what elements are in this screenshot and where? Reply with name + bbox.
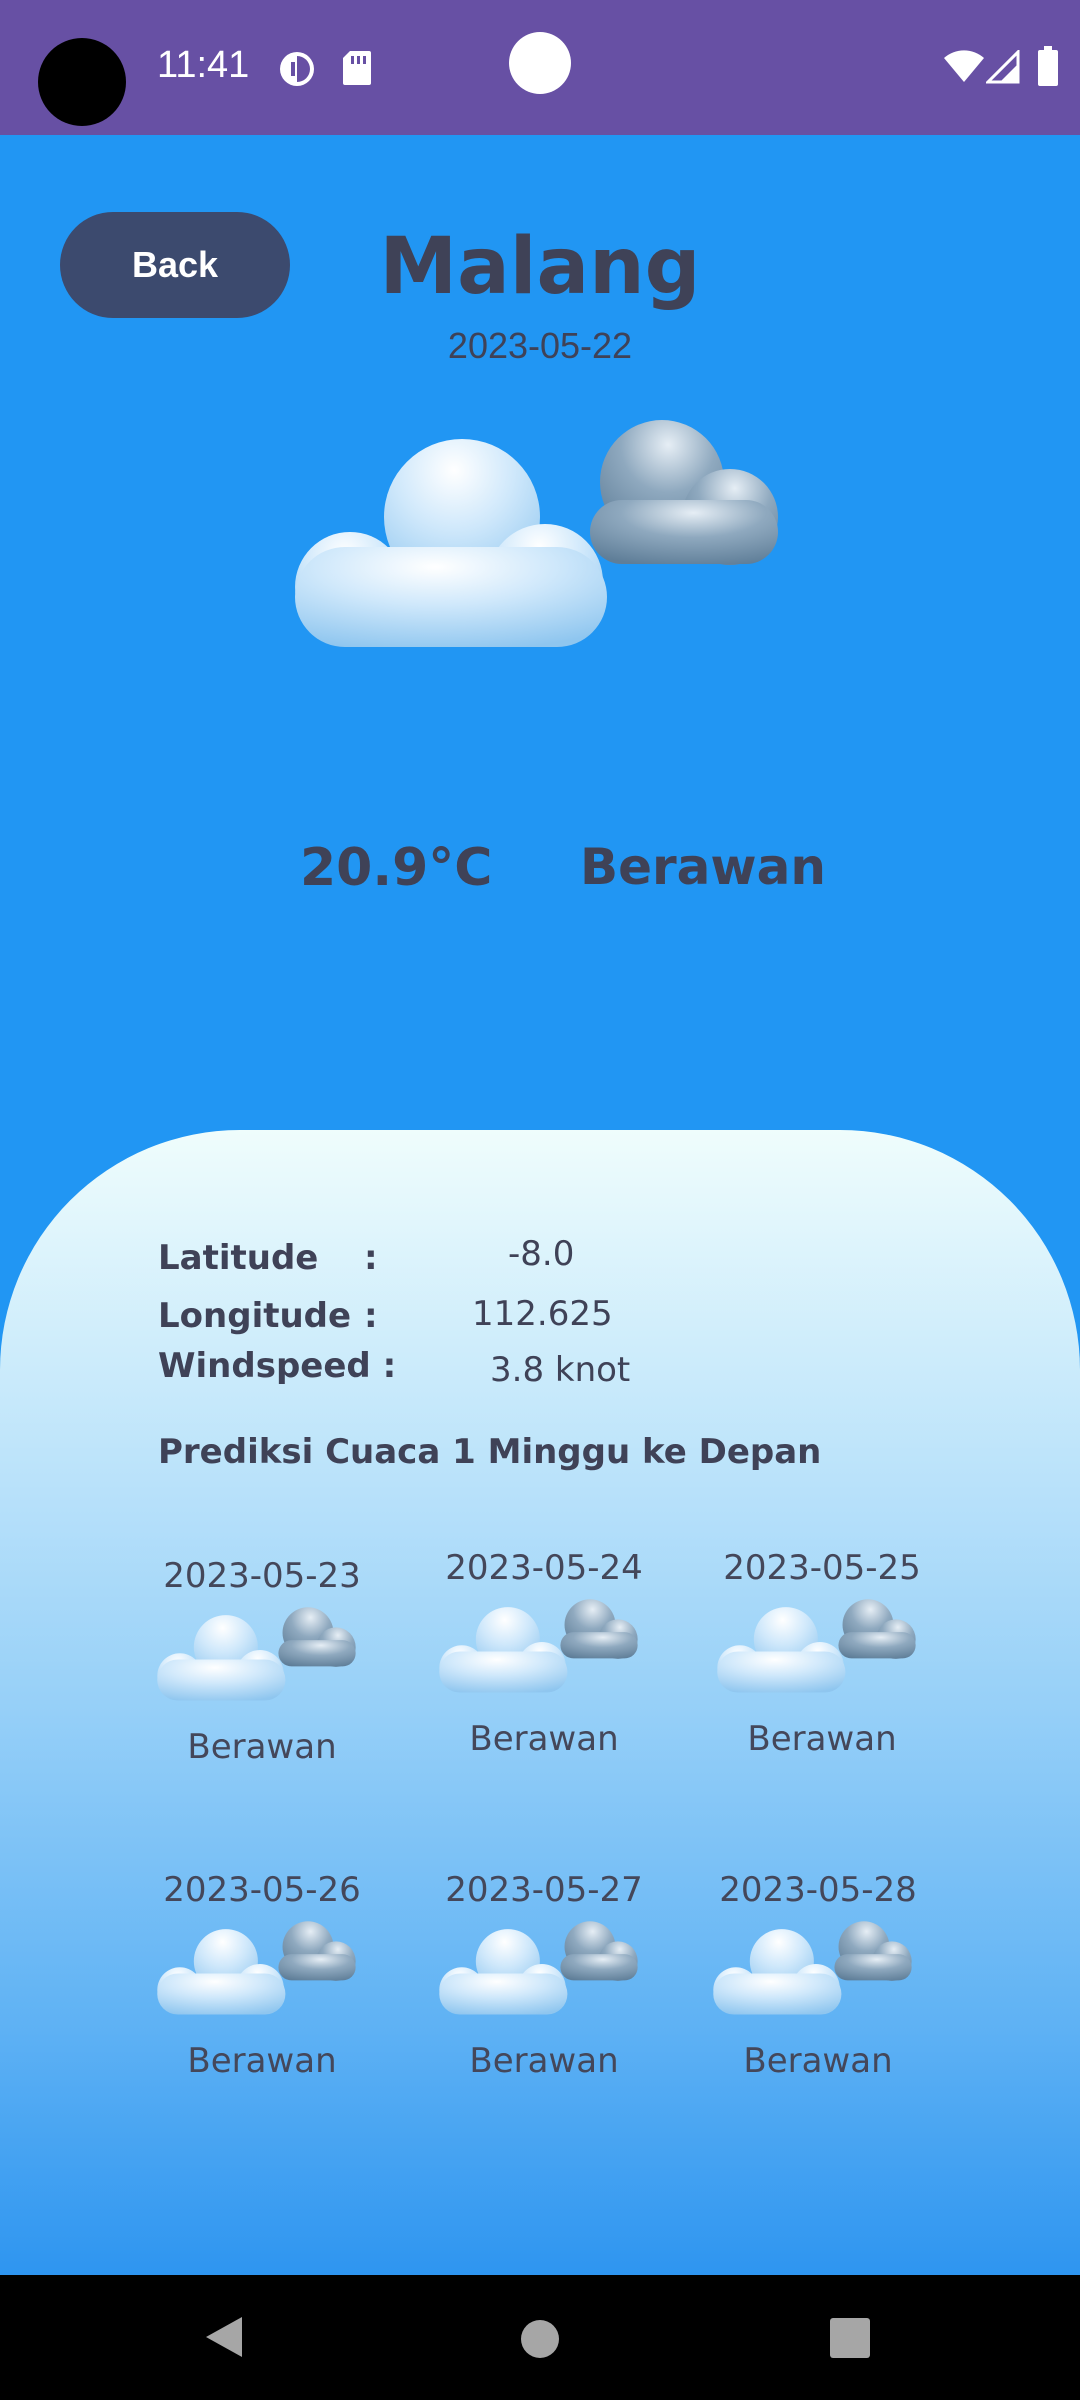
recents-square-icon[interactable] [830,2318,870,2358]
sd-card-icon [343,51,371,85]
forecast-condition: Berawan [469,2041,619,2081]
latitude-label: Latitude [158,1238,319,1278]
latitude-value: -8.0 [508,1234,575,1274]
city-title: Malang [379,222,701,312]
forecast-item: 2023-05-27 Berawan [424,1870,664,2081]
forecast-heading: Prediksi Cuaca 1 Minggu ke Depan [158,1432,822,1472]
wifi-icon [944,50,984,82]
forecast-item: 2023-05-25 Berawan [702,1548,942,1759]
longitude-value: 112.625 [472,1294,613,1334]
data-saver-icon [280,52,314,86]
signal-icon [986,50,1020,84]
forecast-condition: Berawan [469,1719,619,1759]
front-camera [509,32,571,94]
longitude-colon: : [364,1296,378,1336]
forecast-date: 2023-05-27 [445,1870,643,1910]
forecast-date: 2023-05-24 [445,1548,643,1588]
forecast-date: 2023-05-28 [719,1870,917,1910]
cloud-icon [713,1921,912,2015]
cloud-icon [295,420,778,647]
latitude-colon: : [364,1238,378,1278]
navigation-bar [0,2275,1080,2400]
back-triangle-icon[interactable] [204,2315,244,2359]
windspeed-value: 3.8 knot [490,1350,631,1390]
forecast-date: 2023-05-25 [723,1548,921,1588]
forecast-condition: Berawan [187,1727,337,1767]
camera-cutout [38,38,126,126]
cloud-icon [439,1921,638,2015]
forecast-condition: Berawan [743,2041,893,2081]
current-date: 2023-05-22 [447,325,633,366]
forecast-item: 2023-05-28 Berawan [698,1870,938,2081]
cloud-icon [157,1607,356,1701]
windspeed-label: Windspeed : [158,1346,397,1386]
forecast-item: 2023-05-26 Berawan [142,1870,382,2081]
home-circle-icon[interactable] [520,2319,560,2359]
forecast-condition: Berawan [747,1719,897,1759]
temperature: 20.9°C [300,838,493,898]
battery-icon [1038,46,1058,86]
longitude-label: Longitude [158,1296,352,1336]
forecast-date: 2023-05-23 [163,1556,361,1596]
forecast-item: 2023-05-23 Berawan [142,1556,382,1767]
weather-condition: Berawan [580,838,826,896]
status-time: 11:41 [157,44,250,86]
forecast-date: 2023-05-26 [163,1870,361,1910]
forecast-item: 2023-05-24 Berawan [424,1548,664,1759]
cloud-icon [157,1921,356,2015]
forecast-condition: Berawan [187,2041,337,2081]
cloud-icon [717,1599,916,1693]
cloud-icon [439,1599,638,1693]
status-bar: 11:41 [0,0,1080,135]
